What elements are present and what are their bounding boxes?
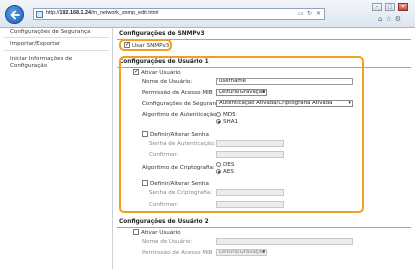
sidebar-item-import-export[interactable]: Importar/Exportar — [0, 40, 113, 49]
sidebar-item-init-settings-2[interactable]: Configuração — [0, 62, 113, 71]
main-content: Configurações de SNMPv3 Usar SNMPv3 Conf… — [113, 28, 415, 269]
back-button[interactable] — [5, 5, 24, 24]
favorites-icon[interactable]: ☆ — [385, 15, 391, 23]
refresh-icon[interactable]: ↻ — [307, 11, 313, 17]
user2-username-input[interactable] — [216, 238, 353, 245]
user2-username-label: Nome de Usuário: — [142, 239, 193, 245]
url-text: http://192.168.1.24/m_network_snmp_edit.… — [46, 10, 159, 16]
browser-toolbar: http://192.168.1.24/m_network_snmp_edit.… — [0, 0, 415, 28]
gear-icon[interactable]: ⚙ — [395, 15, 401, 23]
minimize-button[interactable]: – — [372, 3, 382, 11]
divider — [117, 227, 411, 228]
compatibility-icon[interactable]: ▭ — [298, 11, 304, 17]
highlight-user1-settings — [119, 56, 364, 213]
snmpv3-section-title: Configurações de SNMPv3 — [119, 31, 205, 37]
user2-mib-permission-label: Permissão de Acesso MIB — [142, 250, 213, 256]
home-icon[interactable]: ⌂ — [378, 15, 382, 23]
stop-icon[interactable]: ✕ — [316, 11, 322, 17]
divider — [4, 50, 109, 51]
sidebar-item-security-settings[interactable]: Configurações de Segurança — [0, 28, 113, 37]
highlight-use-snmpv3 — [119, 39, 172, 51]
enable-user2-checkbox[interactable]: Ativar Usuário — [133, 229, 181, 236]
arrow-left-icon — [10, 10, 20, 20]
user2-mib-permission-select[interactable]: Leitura/Gravação ▾ — [216, 249, 267, 256]
address-bar[interactable]: http://192.168.1.24/m_network_snmp_edit.… — [33, 8, 325, 20]
page-icon — [36, 11, 43, 18]
close-button[interactable]: ✕ — [398, 3, 408, 11]
checkbox-icon[interactable] — [133, 229, 139, 235]
maximize-button[interactable]: ▢ — [385, 3, 395, 11]
sidebar: Configurações de Segurança Importar/Expo… — [0, 28, 113, 269]
chevron-down-icon: ▾ — [262, 249, 265, 255]
user2-section-title: Configurações de Usuário 2 — [119, 219, 209, 225]
divider — [4, 37, 109, 38]
